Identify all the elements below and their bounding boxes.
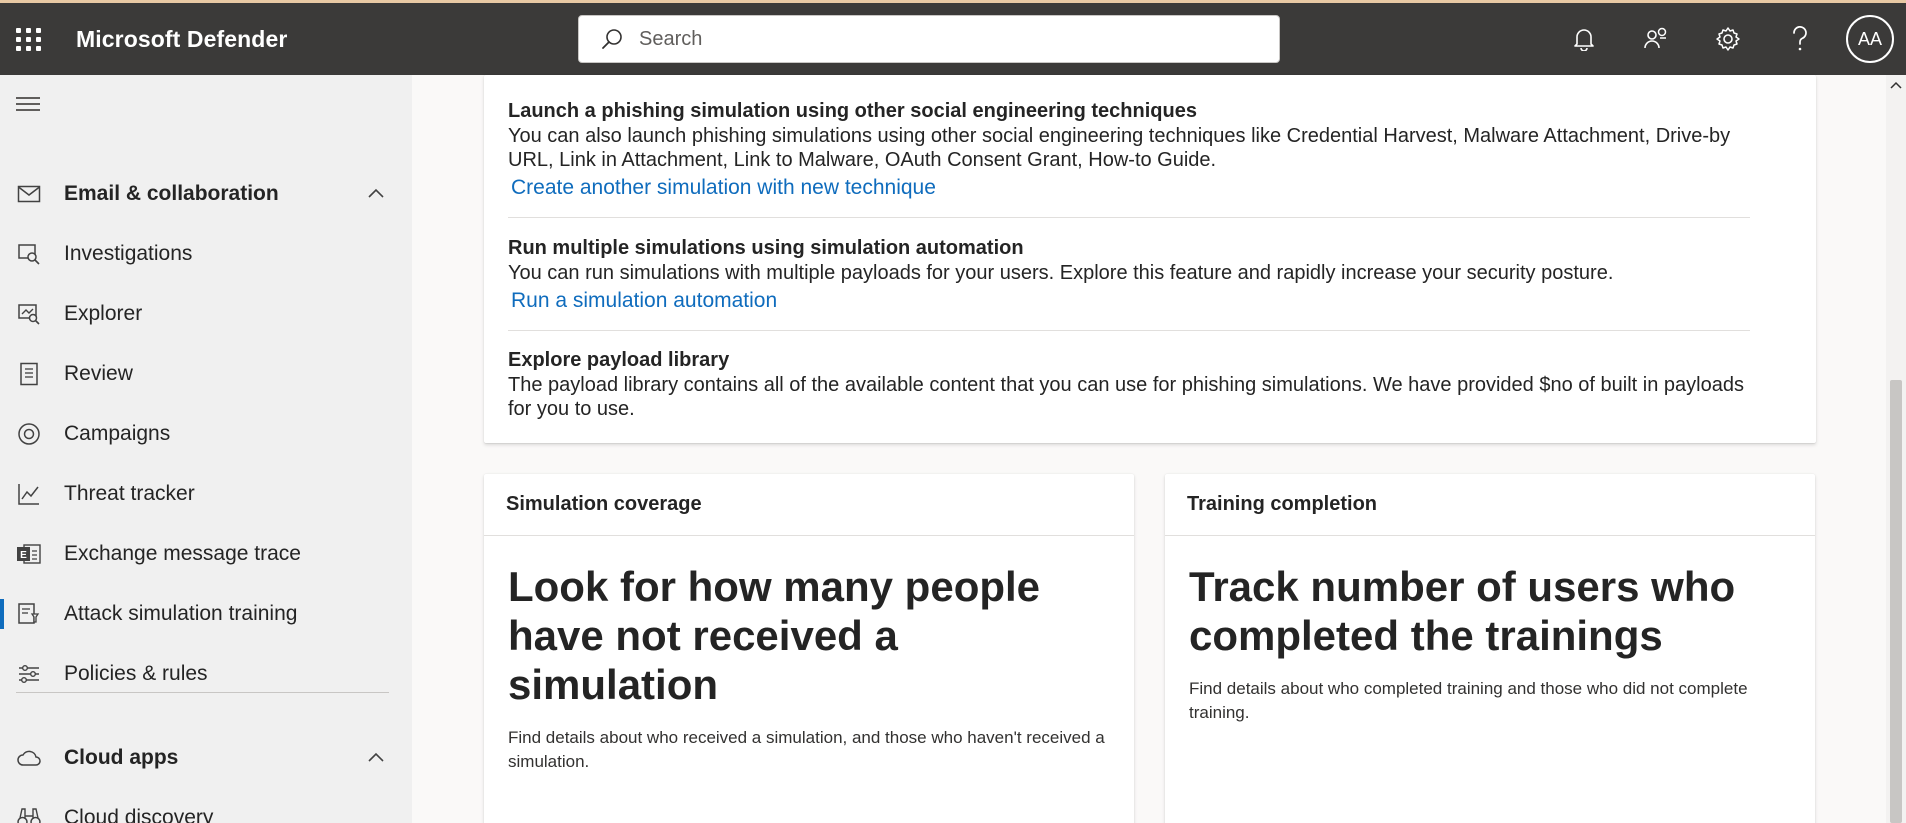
attack-simulation-icon [16, 601, 42, 627]
sidebar-item-label: Email & collaboration [64, 182, 279, 205]
recommendations-list: Launch a phishing simulation using other… [484, 75, 1764, 423]
binoculars-icon [16, 805, 42, 823]
chevron-up-icon[interactable] [366, 748, 386, 768]
simulation-coverage-card[interactable]: Simulation coverage Look for how many pe… [484, 474, 1134, 823]
investigations-icon [16, 241, 42, 267]
sidebar-item-label: Campaigns [64, 422, 171, 445]
collapse-nav-icon[interactable] [16, 97, 40, 115]
cloud-icon [16, 745, 42, 771]
sidebar-item-label: Cloud apps [64, 746, 179, 769]
recommendation-title: Explore payload library [508, 349, 730, 371]
sidebar-item-label: Investigations [64, 242, 193, 265]
search-icon [602, 29, 622, 49]
card-description: Find details about who completed trainin… [1189, 679, 1748, 722]
sidebar-item-label: Attack simulation training [64, 602, 298, 625]
recommendation-description: You can run simulations with multiple pa… [508, 262, 1614, 284]
sidebar-item-label: Threat tracker [64, 482, 195, 505]
sidebar-item-review[interactable]: Review [0, 349, 412, 399]
recommendation-divider [508, 217, 1750, 218]
campaigns-icon [16, 421, 42, 447]
sidebar-section-email-collaboration[interactable]: Email & collaboration [0, 169, 412, 219]
scrollbar-thumb[interactable] [1890, 380, 1902, 823]
mail-icon [16, 181, 42, 207]
user-avatar[interactable]: AA [1846, 15, 1894, 63]
run-simulation-automation-link[interactable]: Run a simulation automation [511, 287, 777, 315]
sidebar-section-cloud-apps[interactable]: Cloud apps [0, 733, 412, 783]
sidebar-item-label: Policies & rules [64, 662, 208, 685]
sidebar-item-threat-tracker[interactable]: Threat tracker [0, 469, 412, 519]
card-description: Find details about who received a simula… [508, 728, 1105, 771]
search-input[interactable] [639, 27, 1239, 51]
threat-tracker-icon [16, 481, 42, 507]
svg-text:E: E [20, 550, 27, 561]
help-icon[interactable] [1764, 3, 1836, 75]
recommendation-divider [508, 330, 1750, 331]
recommendation-description: The payload library contains all of the … [508, 374, 1744, 420]
sidebar-item-explorer[interactable]: Explorer [0, 289, 412, 339]
recommendations-card: Launch a phishing simulation using other… [484, 75, 1816, 443]
card-headline: Look for how many people have not receiv… [508, 563, 1041, 708]
explorer-icon [16, 301, 42, 327]
policies-icon [16, 661, 42, 687]
recommendation-title: Launch a phishing simulation using other… [508, 100, 1197, 122]
scroll-up-arrow-icon[interactable] [1890, 81, 1902, 89]
recommendation-item: Explore payload library The payload libr… [508, 347, 1758, 421]
app-title: Microsoft Defender [76, 25, 288, 52]
card-title: Training completion [1165, 474, 1815, 536]
sidebar-item-investigations[interactable]: Investigations [0, 229, 412, 279]
sidebar-item-label: Cloud discovery [64, 806, 214, 823]
sidebar-item-cloud-discovery[interactable]: Cloud discovery [0, 793, 412, 823]
community-icon[interactable] [1620, 3, 1692, 75]
sidebar-item-label: Exchange message trace [64, 542, 301, 565]
sidebar: Email & collaboration Investigations Exp… [0, 75, 412, 823]
sidebar-item-exchange-message-trace[interactable]: E Exchange message trace [0, 529, 412, 579]
review-icon [16, 361, 42, 387]
sidebar-item-campaigns[interactable]: Campaigns [0, 409, 412, 459]
training-completion-card[interactable]: Training completion Track number of user… [1165, 474, 1815, 823]
main-content: Launch a phishing simulation using other… [412, 75, 1886, 823]
notifications-icon[interactable] [1548, 3, 1620, 75]
page-scrollbar[interactable] [1886, 75, 1906, 823]
sidebar-item-label: Explorer [64, 302, 143, 325]
recommendation-title: Run multiple simulations using simulatio… [508, 237, 1024, 259]
sidebar-divider [16, 692, 389, 693]
settings-gear-icon[interactable] [1692, 3, 1764, 75]
chevron-up-icon[interactable] [366, 184, 386, 204]
recommendation-item: Run multiple simulations using simulatio… [508, 235, 1758, 315]
card-title: Simulation coverage [484, 474, 1134, 536]
card-headline: Track number of users who completed the … [1189, 563, 1736, 659]
create-simulation-link[interactable]: Create another simulation with new techn… [511, 174, 936, 202]
top-icons: AA [1548, 3, 1906, 75]
recommendation-item: Launch a phishing simulation using other… [508, 98, 1758, 202]
search-box[interactable] [578, 15, 1280, 63]
sidebar-item-attack-simulation-training[interactable]: Attack simulation training [0, 589, 412, 639]
top-bar: Microsoft Defender AA [0, 0, 1906, 75]
recommendation-description: You can also launch phishing simulations… [508, 125, 1731, 171]
app-launcher-icon[interactable] [14, 24, 44, 54]
sidebar-item-label: Review [64, 362, 133, 385]
exchange-icon: E [16, 541, 42, 567]
